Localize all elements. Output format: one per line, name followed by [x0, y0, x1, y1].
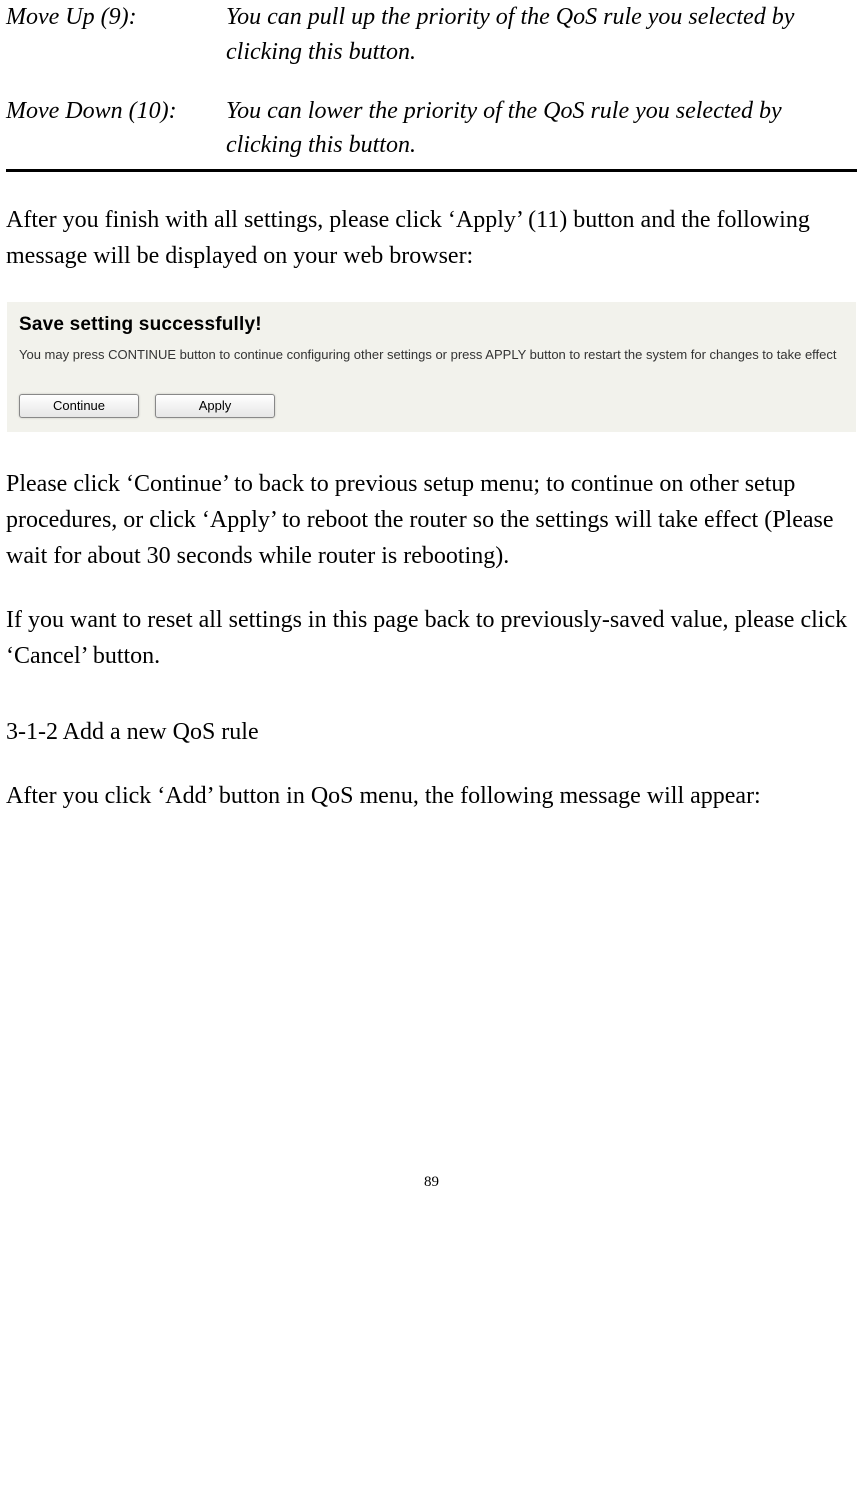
section-heading: 3-1-2 Add a new QoS rule [6, 714, 857, 750]
page-number: 89 [6, 1174, 857, 1201]
paragraph: Please click ‘Continue’ to back to previ… [6, 466, 857, 574]
definition-description: You can pull up the priority of the QoS … [226, 0, 857, 70]
apply-button[interactable]: Apply [155, 394, 275, 418]
embedded-screenshot: Save setting successfully! You may press… [7, 302, 856, 432]
definition-term: Move Down (10): [6, 94, 226, 164]
continue-button[interactable]: Continue [19, 394, 139, 418]
screenshot-title: Save setting successfully! [19, 314, 848, 336]
divider [6, 169, 857, 172]
paragraph: After you finish with all settings, plea… [6, 202, 857, 274]
paragraph: If you want to reset all settings in thi… [6, 602, 857, 674]
paragraph: After you click ‘Add’ button in QoS menu… [6, 778, 857, 814]
definition-list: Move Up (9): You can pull up the priorit… [6, 0, 857, 163]
definition-row: Move Down (10): You can lower the priori… [6, 94, 857, 164]
definition-row: Move Up (9): You can pull up the priorit… [6, 0, 857, 70]
screenshot-message: You may press CONTINUE button to continu… [19, 346, 848, 364]
screenshot-button-row: Continue Apply [19, 394, 848, 418]
definition-term: Move Up (9): [6, 0, 226, 70]
definition-description: You can lower the priority of the QoS ru… [226, 94, 857, 164]
